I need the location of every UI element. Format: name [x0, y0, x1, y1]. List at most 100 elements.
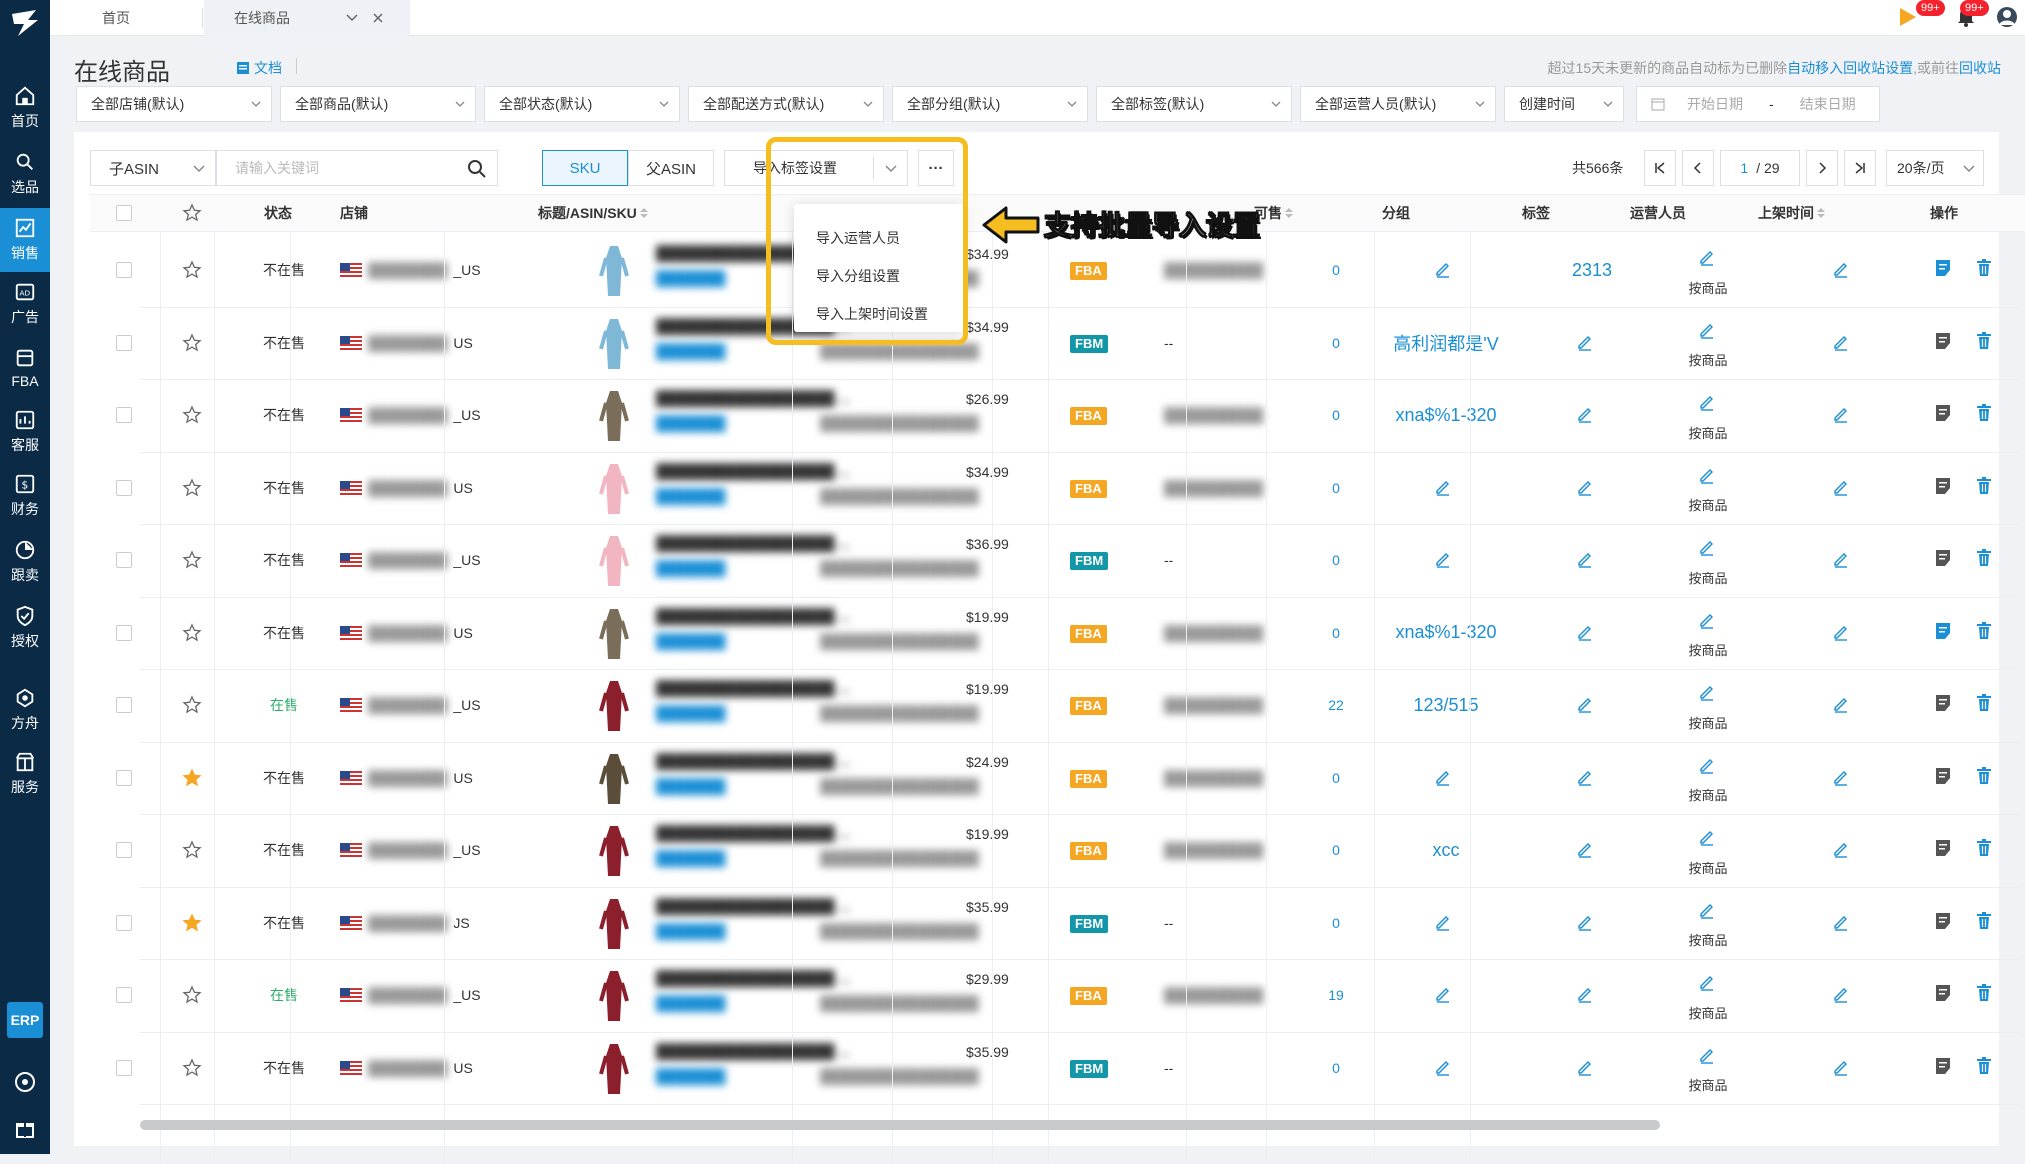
product-title-blurred[interactable]: ██████████████████ ... [656, 752, 850, 770]
note-icon[interactable] [1933, 403, 1953, 423]
sidebar-item-6[interactable]: $ 财务 [0, 464, 50, 528]
edit-icon[interactable] [1698, 321, 1716, 339]
status-filter[interactable]: 全部状态(默认) [484, 86, 680, 122]
asin-blurred[interactable]: ███████ [656, 705, 725, 721]
trash-icon[interactable] [1974, 693, 1994, 713]
search-input[interactable]: 请输入关键词 [216, 150, 498, 186]
sidebar-item-1[interactable]: 选品 [0, 142, 50, 206]
sidebar-item-10[interactable]: 服务 [0, 742, 50, 806]
row-checkbox[interactable] [116, 769, 132, 786]
asin-blurred[interactable]: ███████ [656, 995, 725, 1011]
star-icon[interactable] [182, 1058, 202, 1078]
edit-icon[interactable] [1576, 985, 1594, 1003]
product-thumbnail[interactable] [598, 605, 630, 661]
product-title-blurred[interactable]: ██████████████████ ... [656, 1042, 850, 1060]
sidebar-item-8[interactable]: 授权 [0, 596, 50, 660]
operator-filter[interactable]: 全部运营人员(默认) [1300, 86, 1496, 122]
asin-blurred[interactable]: ███████ [656, 488, 725, 504]
star-icon[interactable] [182, 985, 202, 1005]
star-icon[interactable] [182, 203, 202, 223]
edit-icon[interactable] [1576, 550, 1594, 568]
recycle-bin-link[interactable]: 回收站 [1959, 60, 2001, 76]
edit-icon[interactable] [1434, 260, 1452, 278]
edit-icon[interactable] [1698, 1046, 1716, 1064]
play-icon[interactable] [1898, 6, 1918, 28]
product-thumbnail[interactable] [598, 460, 630, 516]
end-date[interactable]: 结束日期 [1800, 94, 1856, 114]
note-icon[interactable] [1933, 983, 1953, 1003]
product-thumbnail[interactable] [598, 1040, 630, 1096]
star-icon[interactable] [182, 478, 202, 498]
time-type-filter[interactable]: 创建时间 [1504, 86, 1624, 122]
shop-filter[interactable]: 全部店铺(默认) [76, 86, 272, 122]
last-page-button[interactable] [1844, 150, 1876, 186]
page-input[interactable]: 1/ 29 [1720, 150, 1800, 186]
product-title-blurred[interactable]: ██████████████████ ... [656, 969, 850, 987]
edit-icon[interactable] [1698, 901, 1716, 919]
tab-online-products[interactable]: 在线商品 [204, 0, 410, 36]
edit-icon[interactable] [1832, 1058, 1850, 1076]
edit-icon[interactable] [1698, 611, 1716, 629]
star-icon[interactable] [182, 260, 202, 280]
edit-icon[interactable] [1832, 913, 1850, 931]
edit-icon[interactable] [1434, 1058, 1452, 1076]
product-title-blurred[interactable]: ██████████████████ ... [656, 389, 850, 407]
edit-icon[interactable] [1698, 756, 1716, 774]
asin-blurred[interactable]: ███████ [656, 560, 725, 576]
tab-home[interactable]: 首页 [102, 0, 130, 36]
trash-icon[interactable] [1974, 403, 1994, 423]
edit-icon[interactable] [1576, 623, 1594, 641]
edit-icon[interactable] [1832, 260, 1850, 278]
edit-icon[interactable] [1698, 248, 1716, 266]
note-icon[interactable] [1933, 766, 1953, 786]
trash-icon[interactable] [1974, 983, 1994, 1003]
parent-asin-toggle[interactable]: 父ASIN [628, 150, 714, 186]
product-thumbnail[interactable] [598, 750, 630, 806]
sidebar-item-5[interactable]: 客服 [0, 400, 50, 464]
product-thumbnail[interactable] [598, 532, 630, 588]
row-checkbox[interactable] [116, 334, 132, 351]
edit-icon[interactable] [1576, 405, 1594, 423]
star-icon[interactable] [182, 695, 202, 715]
asin-blurred[interactable]: ███████ [656, 1068, 725, 1084]
edit-icon[interactable] [1832, 695, 1850, 713]
edit-icon[interactable] [1832, 985, 1850, 1003]
trash-icon[interactable] [1974, 548, 1994, 568]
trash-icon[interactable] [1974, 476, 1994, 496]
trash-icon[interactable] [1974, 766, 1994, 786]
edit-icon[interactable] [1832, 333, 1850, 351]
edit-icon[interactable] [1832, 478, 1850, 496]
edit-icon[interactable] [1698, 393, 1716, 411]
header-list-time[interactable]: 上架时间 [1758, 194, 1826, 232]
asin-blurred[interactable]: ███████ [656, 343, 725, 359]
group-value[interactable]: 高利润都是'V [1386, 331, 1506, 355]
asin-blurred[interactable]: ███████ [656, 850, 725, 866]
sidebar-item-3[interactable]: AD 广告 [0, 272, 50, 336]
edit-icon[interactable] [1576, 1058, 1594, 1076]
row-checkbox[interactable] [116, 624, 132, 641]
star-icon[interactable] [182, 333, 202, 353]
support-icon[interactable] [13, 1070, 37, 1094]
note-icon[interactable] [1933, 331, 1953, 351]
group-filter[interactable]: 全部分组(默认) [892, 86, 1088, 122]
avatar[interactable] [1996, 6, 2018, 28]
next-page-button[interactable] [1806, 150, 1838, 186]
edit-icon[interactable] [1434, 478, 1452, 496]
sidebar-item-9[interactable]: 方舟 [0, 678, 50, 742]
row-checkbox[interactable] [116, 407, 132, 424]
product-thumbnail[interactable] [598, 387, 630, 443]
group-value[interactable]: xna$%1-320 [1386, 403, 1506, 427]
asin-blurred[interactable]: ███████ [656, 633, 725, 649]
doc-link[interactable]: 文档 [236, 58, 282, 78]
edit-icon[interactable] [1832, 623, 1850, 641]
product-thumbnail[interactable] [598, 242, 630, 298]
horizontal-scrollbar[interactable] [140, 1120, 1660, 1130]
row-checkbox[interactable] [116, 262, 132, 279]
gift-icon[interactable] [13, 1116, 37, 1140]
trash-icon[interactable] [1974, 911, 1994, 931]
close-icon[interactable] [372, 12, 384, 24]
row-checkbox[interactable] [116, 914, 132, 931]
group-value[interactable]: 123/515 [1386, 693, 1506, 717]
row-checkbox[interactable] [116, 697, 132, 714]
product-title-blurred[interactable]: ██████████████████ ... [656, 607, 850, 625]
